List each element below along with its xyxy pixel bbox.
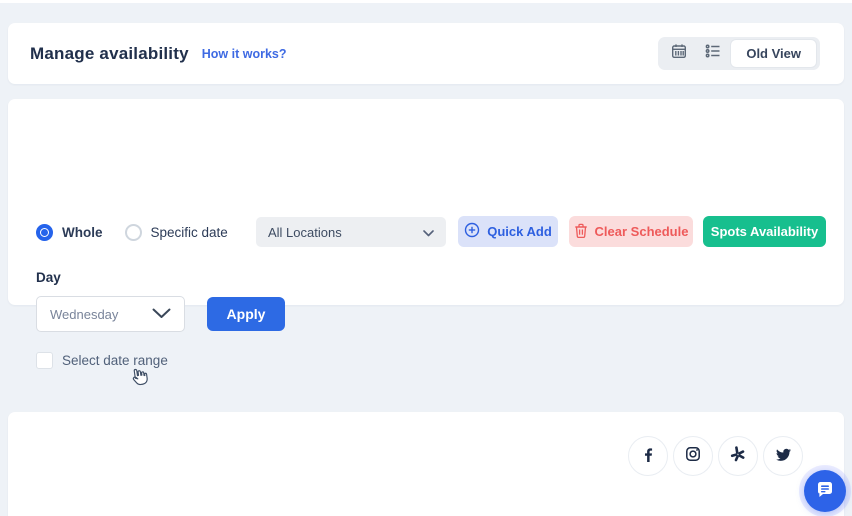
calendar-icon: [670, 42, 688, 65]
select-date-range-checkbox[interactable]: [36, 352, 53, 369]
yelp-link[interactable]: [718, 436, 758, 476]
radio-specific-date-label[interactable]: Specific date: [151, 225, 228, 240]
chat-bubble-icon: [814, 479, 836, 504]
chevron-down-icon: [423, 225, 434, 240]
old-view-button[interactable]: Old View: [730, 39, 817, 68]
facebook-icon: [639, 445, 657, 468]
header-card: Manage availability How it works?: [8, 23, 844, 84]
quick-add-label: Quick Add: [487, 224, 552, 239]
twitter-link[interactable]: [763, 436, 803, 476]
chat-widget-button[interactable]: [804, 470, 846, 512]
radio-whole[interactable]: [36, 224, 53, 241]
date-range-row: Select date range: [36, 352, 168, 369]
clear-schedule-button[interactable]: Clear Schedule: [569, 216, 693, 247]
date-mode-radio-group: Whole Specific date: [36, 224, 250, 241]
twitter-icon: [774, 445, 792, 468]
availability-panel: Whole Specific date All Locations Quick …: [8, 99, 844, 305]
instagram-link[interactable]: [673, 436, 713, 476]
day-select-value: Wednesday: [50, 307, 118, 322]
facebook-link[interactable]: [628, 436, 668, 476]
location-select-value: All Locations: [268, 225, 342, 240]
radio-whole-label[interactable]: Whole: [62, 225, 103, 240]
radio-specific-date[interactable]: [125, 224, 142, 241]
select-date-range-label[interactable]: Select date range: [62, 353, 168, 368]
plus-circle-icon: [464, 222, 480, 241]
social-links: [628, 436, 803, 476]
clear-schedule-label: Clear Schedule: [595, 224, 689, 239]
instagram-icon: [684, 445, 702, 468]
calendar-view-button[interactable]: [662, 40, 696, 67]
day-label: Day: [36, 270, 61, 285]
spots-availability-button[interactable]: Spots Availability: [703, 216, 826, 247]
yelp-icon: [729, 445, 747, 468]
view-toggle-group: Old View: [658, 37, 820, 70]
location-select[interactable]: All Locations: [256, 217, 446, 247]
chevron-down-icon: [152, 307, 171, 322]
footer: [8, 412, 844, 516]
page-title: Manage availability: [30, 44, 189, 64]
how-it-works-link[interactable]: How it works?: [202, 47, 287, 61]
apply-button[interactable]: Apply: [207, 297, 285, 331]
list-icon: [704, 42, 722, 65]
trash-icon: [574, 223, 588, 241]
mouse-cursor-hand-icon: [130, 366, 152, 394]
day-select[interactable]: Wednesday: [36, 296, 185, 332]
list-view-button[interactable]: [696, 40, 730, 67]
quick-add-button[interactable]: Quick Add: [458, 216, 558, 247]
top-strip: [0, 0, 852, 3]
